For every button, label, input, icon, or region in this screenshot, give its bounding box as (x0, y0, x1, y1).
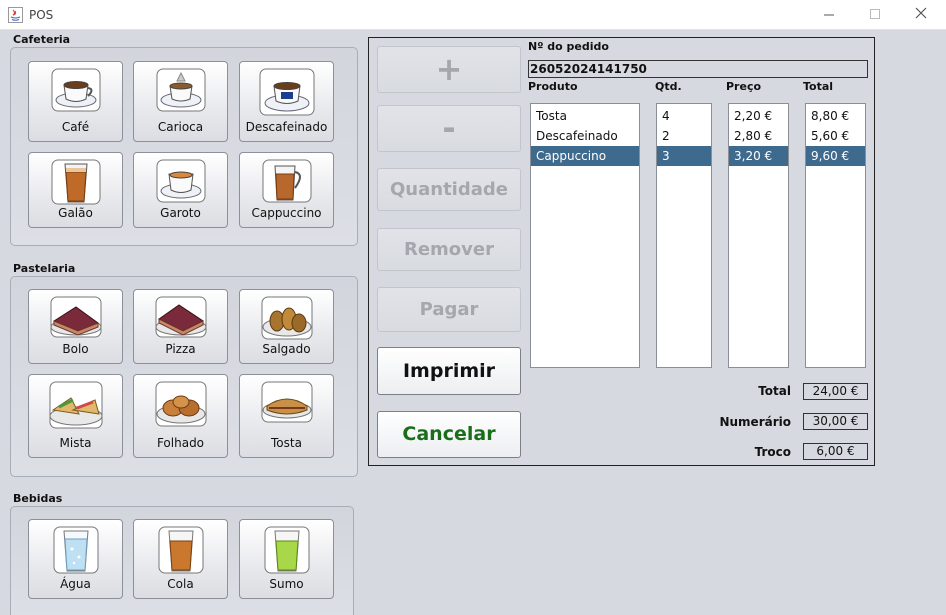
product-button-salgado[interactable]: Salgado (239, 289, 334, 364)
product-label: Galão (58, 206, 93, 220)
pay-button[interactable]: Pagar (377, 287, 521, 332)
product-button-mista[interactable]: Mista (28, 374, 123, 458)
product-label: Pizza (165, 342, 196, 356)
header-qtd: Qtd. (655, 80, 682, 93)
minimize-icon (824, 14, 834, 16)
product-label: Salgado (262, 342, 311, 356)
numerario-value: 30,00 € (803, 413, 868, 430)
cake-icon (50, 296, 101, 338)
header-preco: Preço (726, 80, 762, 93)
product-button-cola[interactable]: Cola (133, 519, 228, 599)
print-button[interactable]: Imprimir (377, 347, 521, 395)
list-item[interactable]: Descafeinado (531, 126, 639, 146)
tosta-toast-icon (261, 381, 312, 423)
list-item[interactable]: 2 (657, 126, 711, 146)
header-produto: Produto (528, 80, 578, 93)
quantity-list[interactable]: 4 2 3 (656, 103, 712, 368)
order-number-field: 26052024141750 (528, 60, 868, 78)
product-button-agua[interactable]: Água (28, 519, 123, 599)
product-label: Cappuccino (251, 206, 322, 220)
product-button-galao[interactable]: Galão (28, 152, 123, 228)
section-label-pastelaria: Pastelaria (13, 262, 76, 275)
list-item-selected[interactable]: Cappuccino (531, 146, 639, 166)
product-button-cappuccino[interactable]: Cappuccino (239, 152, 334, 228)
list-item[interactable]: 5,60 € (806, 126, 865, 146)
list-item[interactable]: 8,80 € (806, 106, 865, 126)
window-title: POS (29, 8, 54, 22)
java-app-icon (8, 7, 23, 23)
close-icon (915, 7, 927, 19)
folhado-pastry-icon (155, 381, 206, 427)
cappuccino-glass-icon (262, 159, 311, 203)
remove-button[interactable]: Remover (377, 228, 521, 271)
order-panel: + - Quantidade Remover Pagar Imprimir Ca… (368, 37, 875, 466)
minimize-button[interactable] (820, 6, 838, 24)
order-number-label: Nº do pedido (528, 40, 609, 53)
product-button-bolo[interactable]: Bolo (28, 289, 123, 364)
product-button-carioca[interactable]: Carioca (133, 61, 228, 142)
product-button-garoto[interactable]: Garoto (133, 152, 228, 228)
increase-quantity-button[interactable]: + (377, 46, 521, 93)
product-label: Descafeinado (245, 120, 328, 134)
cola-glass-icon (158, 526, 203, 574)
product-list[interactable]: Tosta Descafeinado Cappuccino (530, 103, 640, 368)
list-item-selected[interactable]: 9,60 € (806, 146, 865, 166)
cancel-button[interactable]: Cancelar (377, 411, 521, 458)
product-button-folhado[interactable]: Folhado (133, 374, 228, 458)
salgado-icon (261, 296, 312, 340)
product-label: Sumo (269, 577, 304, 591)
product-label: Água (60, 577, 91, 591)
troco-value: 6,00 € (803, 443, 868, 460)
header-total: Total (803, 80, 834, 93)
quantity-button[interactable]: Quantidade (377, 168, 521, 211)
product-button-pizza[interactable]: Pizza (133, 289, 228, 364)
total-label: Total (758, 384, 791, 398)
close-button[interactable] (912, 6, 930, 24)
product-label: Mista (59, 436, 92, 450)
product-label: Café (61, 120, 90, 134)
coffee-cup-icon (51, 68, 100, 112)
product-button-descafeinado[interactable]: Descafeinado (239, 61, 334, 142)
title-bar: POS (0, 0, 946, 30)
list-item-selected[interactable]: 3 (657, 146, 711, 166)
troco-label: Troco (754, 445, 791, 459)
decrease-quantity-button[interactable]: - (377, 105, 521, 152)
list-item[interactable]: 4 (657, 106, 711, 126)
product-label: Garoto (160, 206, 201, 220)
product-button-cafe[interactable]: Café (28, 61, 123, 142)
maximize-icon (870, 9, 880, 19)
product-button-sumo[interactable]: Sumo (239, 519, 334, 599)
total-value: 24,00 € (803, 383, 868, 400)
decaf-cup-icon (259, 68, 314, 116)
pizza-icon (155, 296, 206, 338)
carioca-cup-icon (156, 68, 205, 112)
product-label: Folhado (156, 436, 205, 450)
product-button-tosta[interactable]: Tosta (239, 374, 334, 458)
section-label-bebidas: Bebidas (13, 492, 63, 505)
list-item-selected[interactable]: 3,20 € (729, 146, 788, 166)
product-label: Cola (167, 577, 194, 591)
list-item[interactable]: Tosta (531, 106, 639, 126)
total-list[interactable]: 8,80 € 5,60 € 9,60 € (805, 103, 866, 368)
price-list[interactable]: 2,20 € 2,80 € 3,20 € (728, 103, 789, 368)
mista-sandwich-icon (49, 381, 102, 429)
product-label: Carioca (157, 120, 204, 134)
numerario-label: Numerário (719, 415, 791, 429)
list-item[interactable]: 2,20 € (729, 106, 788, 126)
juice-glass-icon (264, 526, 309, 574)
water-glass-icon (53, 526, 98, 574)
list-item[interactable]: 2,80 € (729, 126, 788, 146)
product-label: Bolo (62, 342, 89, 356)
section-label-cafeteria: Cafeteria (13, 33, 71, 46)
maximize-button[interactable] (866, 6, 884, 24)
product-label: Tosta (271, 436, 302, 450)
garoto-cup-icon (156, 159, 205, 203)
galao-glass-icon (51, 159, 100, 205)
